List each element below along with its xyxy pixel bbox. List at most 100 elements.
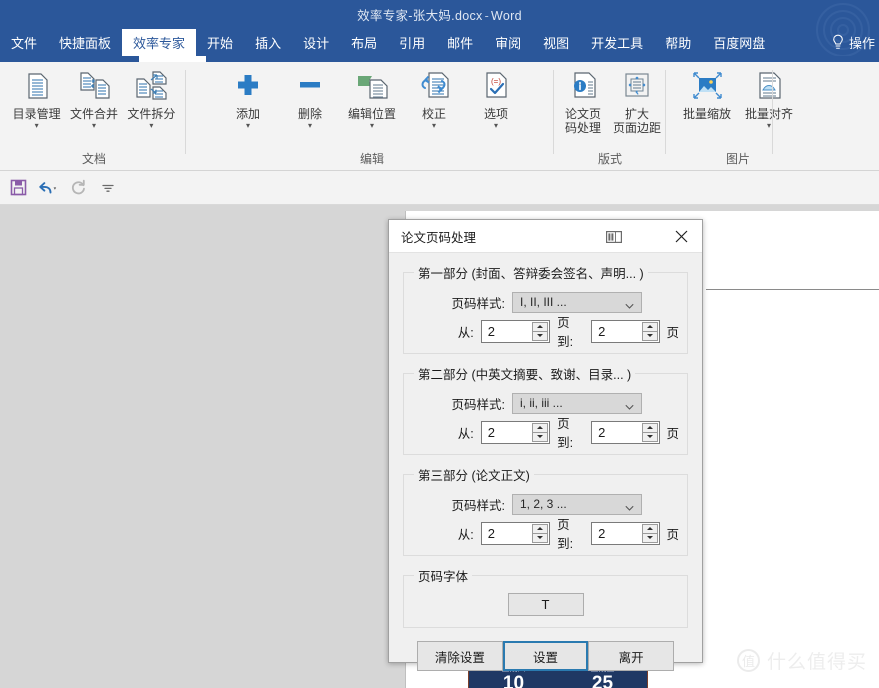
undo-icon[interactable] (38, 178, 58, 198)
chevron-down-icon[interactable]: ▾ (149, 122, 153, 130)
chevron-down-icon[interactable]: ▾ (92, 122, 96, 130)
customize-qat-icon[interactable] (98, 178, 118, 198)
page-style-value: I, II, III ... (520, 295, 567, 309)
page-style-select[interactable]: i, ii, iii ... (512, 392, 642, 414)
to-page-value: 2 (598, 424, 606, 440)
stepper-up-icon[interactable] (532, 321, 549, 332)
ribbon-tab-13[interactable]: 百度网盘 (702, 29, 776, 56)
stepper-buttons[interactable] (532, 422, 549, 442)
ribbon-button-batch-resize-image[interactable]: 批量缩放 (676, 62, 738, 148)
ribbon-button-label: 目录管理 (12, 107, 61, 121)
tell-me-area[interactable]: 操作 (831, 29, 879, 56)
from-page-stepper[interactable]: 2 (480, 319, 551, 343)
to-page-stepper[interactable]: 2 (591, 319, 661, 343)
ribbon-button-batch-align-image[interactable]: 批量对齐 ▾ (738, 62, 800, 148)
stepper-down-icon[interactable] (642, 533, 659, 543)
ribbon-button-minus[interactable]: 删除 ▾ (279, 62, 341, 148)
ribbon-tab-6[interactable]: 布局 (340, 29, 388, 56)
stepper-buttons[interactable] (642, 321, 659, 341)
ribbon-button-edit-position[interactable]: 编辑位置 ▾ (341, 62, 403, 148)
chevron-down-icon[interactable] (625, 399, 634, 410)
page-number-font-button[interactable]: T (507, 593, 584, 616)
stepper-buttons[interactable] (532, 523, 549, 543)
stepper-up-icon[interactable] (642, 321, 659, 332)
page-style-select[interactable]: I, II, III ... (512, 291, 642, 313)
ribbon-button-label: 编辑位置 (347, 107, 396, 121)
ribbon-tab-8[interactable]: 邮件 (436, 29, 484, 56)
dialog-footer: 清除设置 设置 离开 (403, 638, 688, 671)
ribbon-tab-0[interactable]: 文件 (0, 29, 48, 56)
leave-button[interactable]: 离开 (588, 641, 674, 671)
ribbon-tab-12[interactable]: 帮助 (654, 29, 702, 56)
from-page-stepper[interactable]: 2 (480, 521, 551, 545)
watermark: 值 什么值得买 (736, 647, 867, 674)
ribbon-button-thesis-page-number[interactable]: 论文页 码处理 (556, 62, 610, 148)
clear-settings-button[interactable]: 清除设置 (417, 641, 503, 671)
ribbon-button-merge-documents[interactable]: 文件合并 ▾ (65, 62, 122, 148)
to-page-stepper[interactable]: 2 (591, 420, 661, 444)
page-number-font-group: 页码字体 T (403, 566, 688, 628)
ribbon-group-2: 论文页 码处理 扩大 页面边距 版式 (556, 62, 664, 170)
ribbon-button-options-check[interactable]: (=) 选项 ▾ (465, 62, 527, 148)
ribbon-tab-11[interactable]: 开发工具 (580, 29, 654, 56)
panel-layout-icon[interactable] (606, 230, 623, 244)
redo-icon[interactable] (68, 178, 88, 198)
stepper-buttons[interactable] (532, 321, 549, 341)
page-style-row: 页码样式: i, ii, iii ... (412, 390, 679, 416)
ribbon-button-proofread[interactable]: 校正 ▾ (403, 62, 465, 148)
tell-me-label: 操作 (848, 36, 875, 51)
from-page-value: 2 (487, 525, 495, 541)
stepper-down-icon[interactable] (642, 432, 659, 442)
chevron-down-icon[interactable]: ▾ (246, 122, 250, 130)
ribbon-tab-9[interactable]: 审阅 (484, 29, 532, 56)
quick-access-toolbar[interactable] (0, 171, 879, 205)
page-style-label: 页码样式: (451, 397, 505, 412)
chevron-down-icon[interactable] (625, 298, 634, 309)
page-style-label: 页码样式: (451, 498, 505, 513)
chevron-down-icon[interactable] (625, 500, 634, 511)
chevron-down-icon[interactable]: ▾ (494, 122, 498, 130)
chevron-down-icon[interactable]: ▾ (370, 122, 374, 130)
stepper-down-icon[interactable] (532, 533, 549, 543)
page-table-border-top (706, 289, 879, 319)
ribbon-tab-5[interactable]: 设计 (292, 29, 340, 56)
ribbon-button-split-document[interactable]: 文件拆分 ▾ (123, 62, 180, 148)
ribbon-tab-1[interactable]: 快捷面板 (48, 29, 122, 56)
ribbon-tab-3[interactable]: 开始 (196, 29, 244, 56)
thesis-page-number-dialog: 论文页码处理 第一部分 (封面、答辩委会签名、声明... ) 页码样式: I, II… (388, 219, 703, 671)
stepper-up-icon[interactable] (532, 523, 549, 534)
ribbon-group-separator-2 (665, 70, 666, 154)
stepper-buttons[interactable] (642, 523, 659, 543)
stepper-down-icon[interactable] (532, 331, 549, 341)
stepper-up-icon[interactable] (642, 523, 659, 534)
from-page-stepper[interactable]: 2 (480, 420, 551, 444)
to-page-stepper[interactable]: 2 (591, 521, 661, 545)
save-icon[interactable] (8, 178, 28, 198)
close-icon[interactable] (660, 220, 702, 252)
ribbon-tab-4[interactable]: 插入 (244, 29, 292, 56)
ribbon-button-expand-margin[interactable]: 扩大 页面边距 (610, 62, 664, 148)
stepper-down-icon[interactable] (642, 331, 659, 341)
title-bar: 效率专家-张大妈.docx - Word (0, 0, 879, 29)
ribbon-button-label: 扩大 页面边距 (612, 107, 661, 135)
chevron-down-icon[interactable]: ▾ (35, 122, 39, 130)
ribbon-tab-7[interactable]: 引用 (388, 29, 436, 56)
stepper-buttons[interactable] (642, 422, 659, 442)
stepper-up-icon[interactable] (642, 422, 659, 433)
batch-resize-image-icon (690, 68, 724, 104)
apply-settings-button[interactable]: 设置 (502, 641, 589, 671)
ribbon-tab-2[interactable]: 效率专家 (122, 29, 197, 56)
ribbon-button-label: 选项 (483, 107, 508, 121)
ribbon-button-document-list[interactable]: 目录管理 ▾ (8, 62, 65, 148)
chevron-down-icon[interactable]: ▾ (308, 122, 312, 130)
stepper-down-icon[interactable] (532, 432, 549, 442)
page-style-select[interactable]: 1, 2, 3 ... (512, 493, 642, 515)
from-label: 从: (457, 527, 474, 542)
ribbon-button-plus[interactable]: 添加 ▾ (217, 62, 279, 148)
chevron-down-icon[interactable]: ▾ (767, 122, 771, 130)
ribbon-tab-10[interactable]: 视图 (532, 29, 580, 56)
document-list-icon (20, 68, 54, 104)
stepper-up-icon[interactable] (532, 422, 549, 433)
ribbon-tab-strip[interactable]: 文件 快捷面板 效率专家 开始 插入 设计 布局 引用 邮件 审阅 视图 开发工具 帮助 百度网盘 (0, 29, 879, 56)
chevron-down-icon[interactable]: ▾ (432, 122, 436, 130)
